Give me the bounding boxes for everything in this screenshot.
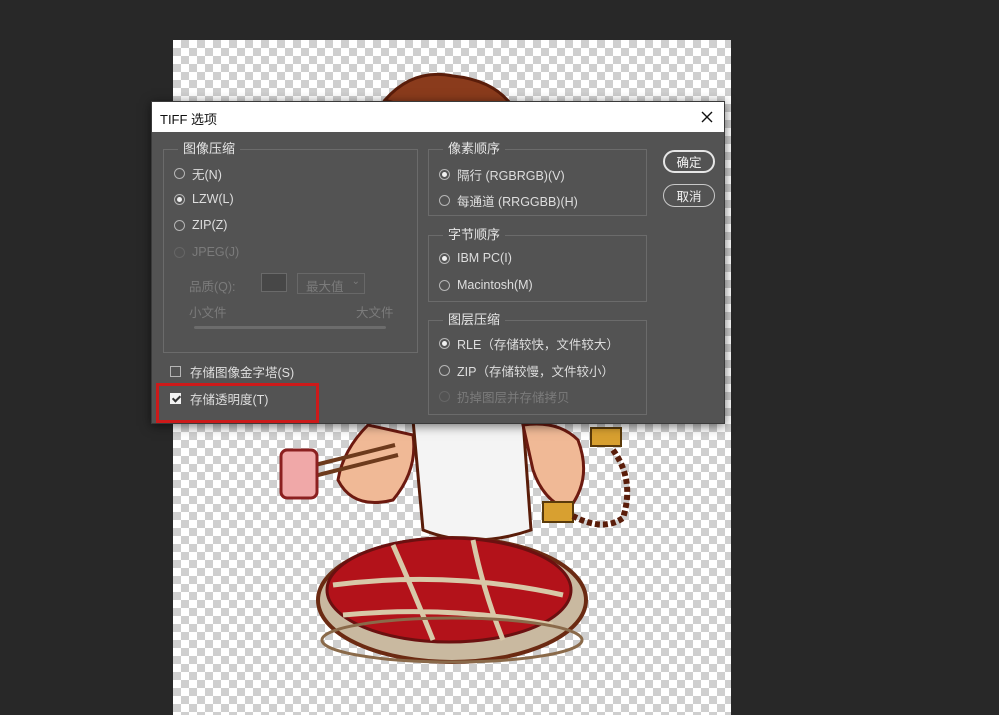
layer-compression-group: 图层压缩 RLE（存储较快，文件较大） ZIP（存储较慢，文件较小） 扔掉图层并… xyxy=(428,312,647,415)
byte-order-ibm-label: IBM PC(I) xyxy=(457,251,512,265)
cancel-button[interactable]: 取消 xyxy=(663,184,715,207)
radio-indicator xyxy=(439,279,450,291)
ok-button[interactable]: 确定 xyxy=(663,150,715,173)
compression-jpeg-radio: JPEG(J) xyxy=(174,243,239,261)
tiff-options-dialog: TIFF 选项 图像压缩 无(N) LZW(L) ZIP(Z) JPEG(J) … xyxy=(151,101,725,424)
byte-order-mac-label: Macintosh(M) xyxy=(457,278,533,292)
byte-order-mac-radio[interactable]: Macintosh(M) xyxy=(439,276,533,294)
discard-layers-label: 扔掉图层并存储拷贝 xyxy=(457,390,570,405)
close-icon xyxy=(701,111,713,123)
pixel-order-interleaved-radio[interactable]: 隔行 (RGBRGB)(V) xyxy=(439,165,565,183)
layer-compression-zip-label: ZIP（存储较慢，文件较小） xyxy=(457,364,614,379)
pixel-order-per-channel-label: 每通道 (RRGGBB)(H) xyxy=(457,194,578,209)
compression-none-label: 无(N) xyxy=(192,167,222,182)
save-pyramid-checkbox[interactable]: 存储图像金字塔(S) xyxy=(170,362,294,380)
compression-zip-label: ZIP(Z) xyxy=(192,218,228,232)
quality-input xyxy=(261,273,287,292)
large-file-label: 大文件 xyxy=(356,306,394,320)
save-transparency-checkbox[interactable]: 存储透明度(T) xyxy=(170,389,268,407)
byte-order-group: 字节顺序 IBM PC(I) Macintosh(M) xyxy=(428,227,647,302)
compression-none-radio[interactable]: 无(N) xyxy=(174,164,222,182)
pixel-order-group: 像素顺序 隔行 (RGBRGB)(V) 每通道 (RRGGBB)(H) xyxy=(428,141,647,216)
pixel-order-legend: 像素顺序 xyxy=(443,141,506,157)
radio-indicator xyxy=(439,194,450,206)
compression-lzw-label: LZW(L) xyxy=(192,192,234,206)
layer-compression-rle-radio[interactable]: RLE（存储较快，文件较大） xyxy=(439,334,619,352)
checkbox-box xyxy=(170,365,181,377)
byte-order-legend: 字节顺序 xyxy=(443,227,506,243)
quality-select-value: 最大值 xyxy=(306,280,344,294)
radio-indicator-disabled xyxy=(439,390,450,402)
save-transparency-label: 存储透明度(T) xyxy=(190,392,269,407)
discard-layers-radio: 扔掉图层并存储拷贝 xyxy=(439,387,570,405)
quality-label: 品质(Q): xyxy=(189,280,236,294)
checkbox-box-checked xyxy=(170,392,181,404)
radio-indicator-selected xyxy=(439,168,450,180)
radio-indicator xyxy=(439,364,450,376)
compression-jpeg-label: JPEG(J) xyxy=(192,245,240,259)
layer-compression-legend: 图层压缩 xyxy=(443,312,506,328)
radio-indicator-selected xyxy=(174,193,185,205)
dialog-title: TIFF 选项 xyxy=(160,112,218,127)
radio-indicator-selected xyxy=(439,337,450,349)
compression-lzw-radio[interactable]: LZW(L) xyxy=(174,190,234,208)
compression-zip-radio[interactable]: ZIP(Z) xyxy=(174,216,227,234)
pixel-order-interleaved-label: 隔行 (RGBRGB)(V) xyxy=(457,168,565,183)
pixel-order-per-channel-radio[interactable]: 每通道 (RRGGBB)(H) xyxy=(439,191,578,209)
byte-order-ibm-radio[interactable]: IBM PC(I) xyxy=(439,249,512,267)
quality-slider xyxy=(194,326,386,329)
layer-compression-zip-radio[interactable]: ZIP（存储较慢，文件较小） xyxy=(439,361,614,379)
image-compression-legend: 图像压缩 xyxy=(178,141,241,157)
quality-select: 最大值 ⌄ xyxy=(297,273,365,294)
small-file-label: 小文件 xyxy=(189,306,227,320)
radio-indicator-disabled xyxy=(174,246,185,258)
save-pyramid-label: 存储图像金字塔(S) xyxy=(190,365,295,380)
radio-indicator xyxy=(174,167,185,179)
image-compression-group: 图像压缩 无(N) LZW(L) ZIP(Z) JPEG(J) 品质(Q): 最… xyxy=(163,141,418,353)
radio-indicator xyxy=(174,219,185,231)
layer-compression-rle-label: RLE（存储较快，文件较大） xyxy=(457,337,619,352)
chevron-down-icon: ⌄ xyxy=(351,276,360,287)
radio-indicator-selected xyxy=(439,252,450,264)
dialog-titlebar: TIFF 选项 xyxy=(152,102,724,132)
close-button[interactable] xyxy=(696,106,718,128)
